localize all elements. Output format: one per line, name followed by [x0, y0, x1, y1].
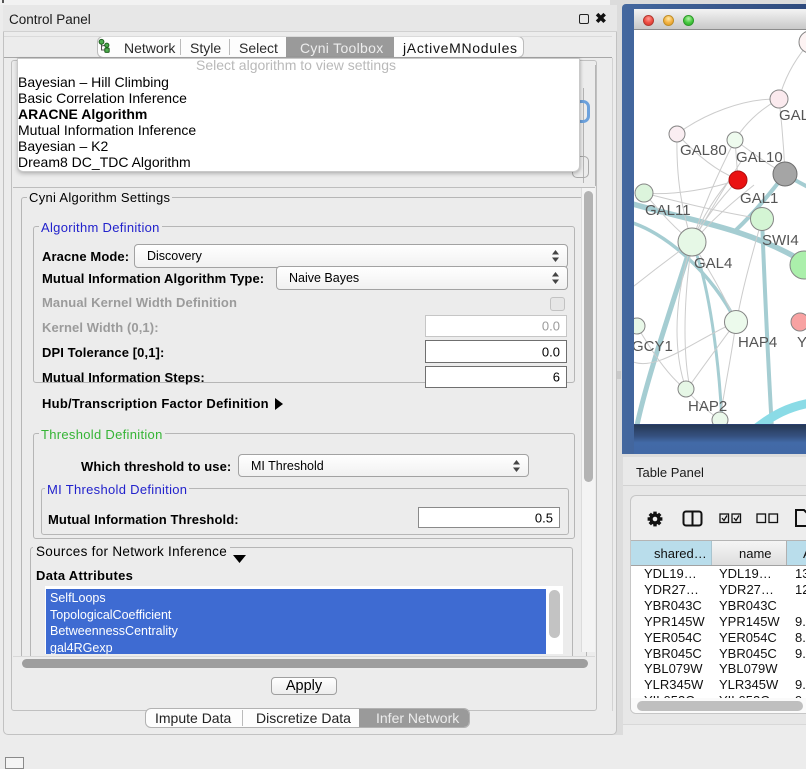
svg-text:GAL11: GAL11	[645, 202, 691, 219]
svg-text:GCY1: GCY1	[634, 338, 673, 355]
svg-text:HAP4: HAP4	[738, 334, 777, 351]
svg-text:SWI4: SWI4	[762, 232, 799, 249]
svg-text:Y: Y	[797, 334, 806, 351]
svg-text:GAL4: GAL4	[694, 255, 732, 272]
svg-text:GAL10: GAL10	[736, 149, 783, 166]
svg-text:GAL80: GAL80	[680, 142, 727, 159]
svg-text:HAP2: HAP2	[688, 398, 727, 415]
svg-text:GAL1: GAL1	[740, 190, 778, 207]
svg-text:GAL: GAL	[779, 107, 806, 124]
